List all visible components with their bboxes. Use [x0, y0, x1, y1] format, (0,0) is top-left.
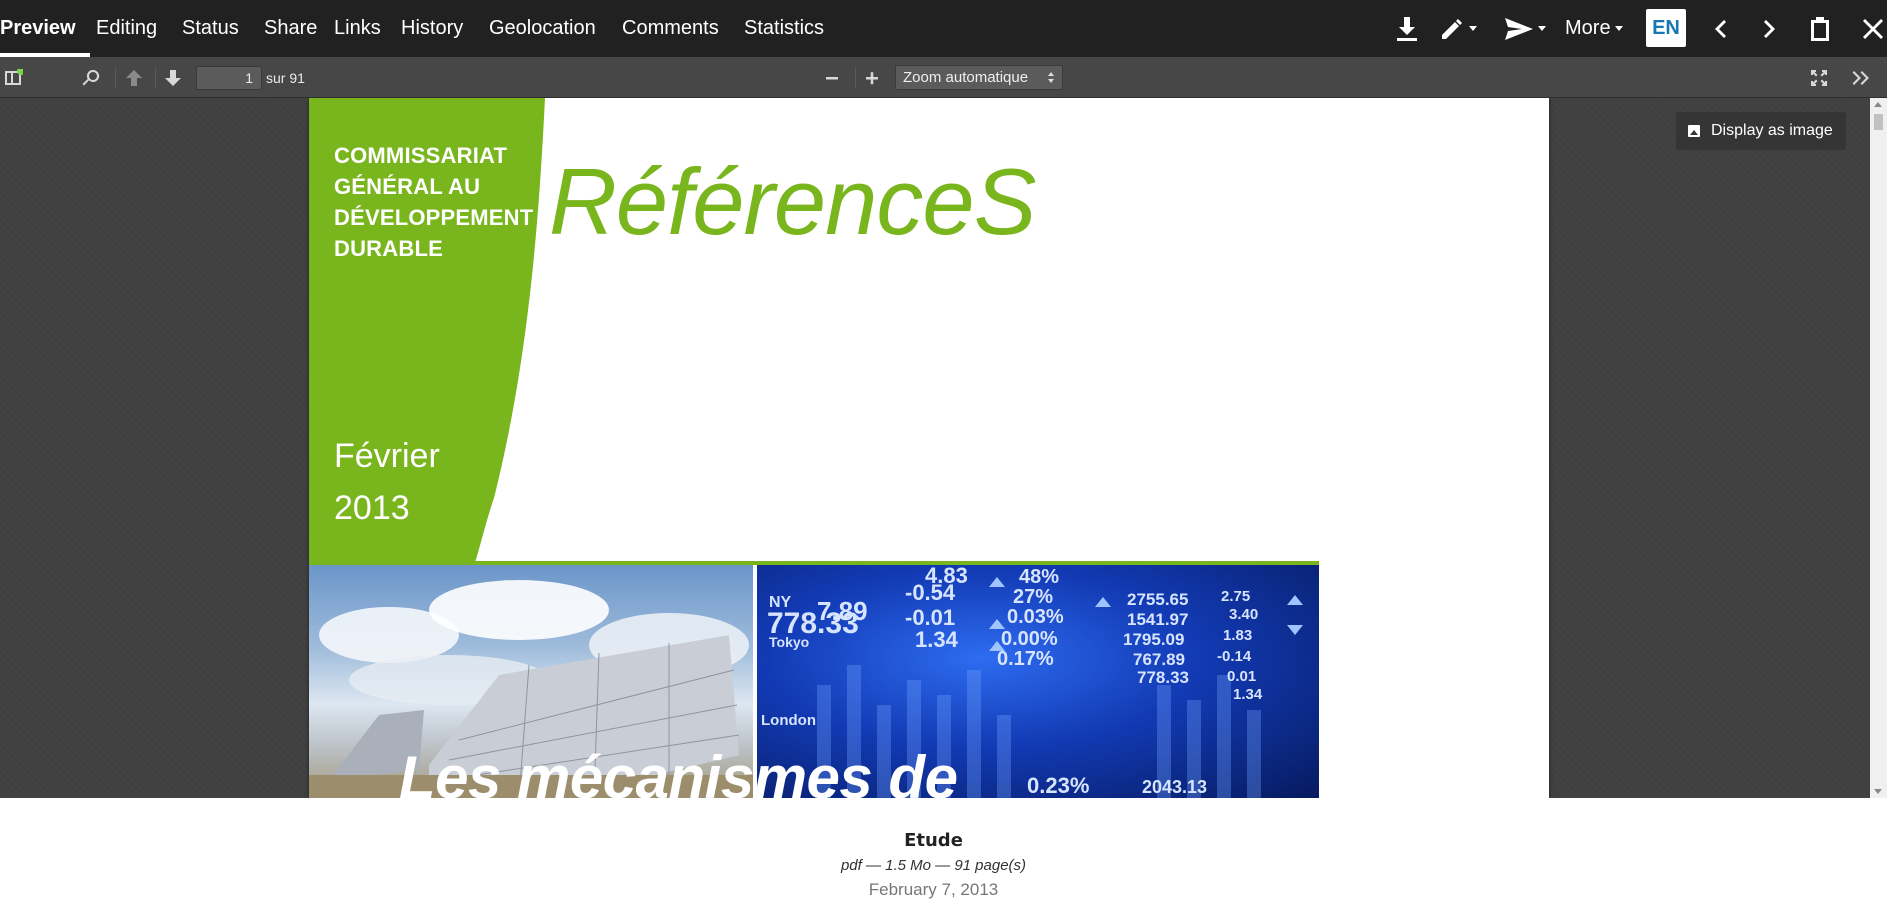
image-icon: [1688, 125, 1700, 137]
page-total-label: sur 91: [266, 70, 305, 86]
tab-links[interactable]: Links: [334, 0, 381, 57]
document-type: Etude: [904, 830, 963, 851]
market-number: 2755.65: [1127, 590, 1188, 609]
chevron-down-icon: [1538, 26, 1546, 31]
tab-statistics[interactable]: Statistics: [744, 0, 824, 57]
market-number: 1541.97: [1127, 610, 1188, 629]
org-line: COMMISSARIAT: [334, 143, 508, 168]
fullscreen-icon[interactable]: [1806, 65, 1832, 91]
org-line: DURABLE: [334, 236, 443, 261]
chevron-right-icon[interactable]: [1758, 12, 1782, 45]
document-date: February 7, 2013: [868, 880, 999, 899]
cover-date: Février 2013: [334, 430, 440, 534]
arrow-down-icon[interactable]: [160, 65, 186, 91]
cover-date-month: Février: [334, 437, 440, 475]
market-number: 2.75: [1221, 588, 1250, 605]
market-number: 48%: [1019, 566, 1059, 588]
download-icon[interactable]: [1392, 12, 1422, 45]
tab-share[interactable]: Share: [264, 0, 317, 57]
market-number: 2043.13: [1142, 777, 1207, 797]
vertical-scrollbar[interactable]: [1870, 98, 1887, 798]
cover-headline: Les mécanismes de: [399, 744, 958, 798]
market-number: 0.03%: [1007, 606, 1064, 628]
display-as-image-label: Display as image: [1711, 122, 1833, 139]
market-number: 7.89: [817, 596, 868, 626]
market-number: 778.33: [1137, 668, 1189, 687]
market-number: 0.01: [1227, 668, 1256, 685]
scrollbar-thumb[interactable]: [1874, 114, 1883, 130]
scroll-down-arrow-icon[interactable]: [1874, 789, 1882, 794]
market-number: 767.89: [1133, 650, 1185, 669]
pdf-page: COMMISSARIAT GÉNÉRAL AU DÉVELOPPEMENT DU…: [309, 98, 1549, 798]
send-icon[interactable]: [1500, 12, 1550, 45]
tab-geolocation[interactable]: Geolocation: [489, 0, 596, 57]
page-number-input[interactable]: [196, 66, 262, 90]
scroll-up-arrow-icon[interactable]: [1874, 102, 1882, 107]
sidebar-toggle-icon[interactable]: [0, 65, 26, 91]
zoom-in-icon[interactable]: [859, 65, 885, 91]
zoom-select[interactable]: Zoom automatique: [895, 65, 1063, 90]
double-chevron-right-icon[interactable]: [1849, 65, 1875, 91]
close-icon[interactable]: [1860, 12, 1886, 45]
market-number: -0.54: [905, 580, 956, 605]
market-number: 1795.09: [1123, 630, 1184, 649]
chevron-down-icon: [1614, 26, 1623, 31]
tab-history[interactable]: History: [401, 0, 463, 57]
cover-date-year: 2013: [334, 489, 410, 527]
tab-editing[interactable]: Editing: [96, 0, 157, 57]
org-line: GÉNÉRAL AU: [334, 174, 481, 199]
org-line: DÉVELOPPEMENT: [334, 205, 534, 230]
market-number: 0.17%: [997, 648, 1054, 670]
chevron-left-icon[interactable]: [1708, 12, 1732, 45]
document-meta: pdf — 1.5 Mo — 91 page(s): [840, 857, 1027, 874]
document-info: Etude pdf — 1.5 Mo — 91 page(s) February…: [0, 798, 1887, 905]
arrow-up-icon[interactable]: [121, 65, 147, 91]
pdf-viewer-area[interactable]: COMMISSARIAT GÉNÉRAL AU DÉVELOPPEMENT DU…: [0, 98, 1887, 798]
more-label: More: [1565, 17, 1611, 39]
market-number: 0.00%: [1001, 628, 1058, 650]
series-title: RéférenceS: [549, 149, 1036, 254]
zoom-select-value: Zoom automatique: [903, 69, 1029, 86]
pencil-icon[interactable]: [1436, 12, 1480, 45]
market-number: 27%: [1013, 586, 1053, 608]
chevron-down-icon: [1469, 26, 1477, 31]
search-icon[interactable]: [78, 65, 104, 91]
tab-comments[interactable]: Comments: [622, 0, 719, 57]
market-number: -0.14: [1217, 648, 1252, 665]
more-menu-button[interactable]: More: [1565, 0, 1623, 57]
select-arrows-icon: [1048, 72, 1054, 83]
display-as-image-button[interactable]: Display as image: [1676, 112, 1846, 150]
market-number: 0.23%: [1027, 773, 1089, 798]
language-button[interactable]: EN: [1646, 9, 1686, 47]
tab-preview[interactable]: Preview: [0, 0, 90, 57]
top-navigation-bar: Preview Editing Status Share Links Histo…: [0, 0, 1887, 57]
market-city-label: London: [761, 712, 816, 729]
organization-name: COMMISSARIAT GÉNÉRAL AU DÉVELOPPEMENT DU…: [334, 140, 533, 264]
market-number: 1.34: [1233, 686, 1263, 703]
market-number: 3.40: [1229, 606, 1258, 623]
tab-status[interactable]: Status: [182, 0, 239, 57]
market-number: 1.34: [915, 627, 959, 652]
pdf-viewer-toolbar: sur 91 Zoom automatique: [0, 57, 1887, 98]
market-number: 1.83: [1223, 627, 1252, 644]
zoom-out-icon[interactable]: [819, 65, 845, 91]
clipboard-icon[interactable]: [1807, 12, 1833, 45]
